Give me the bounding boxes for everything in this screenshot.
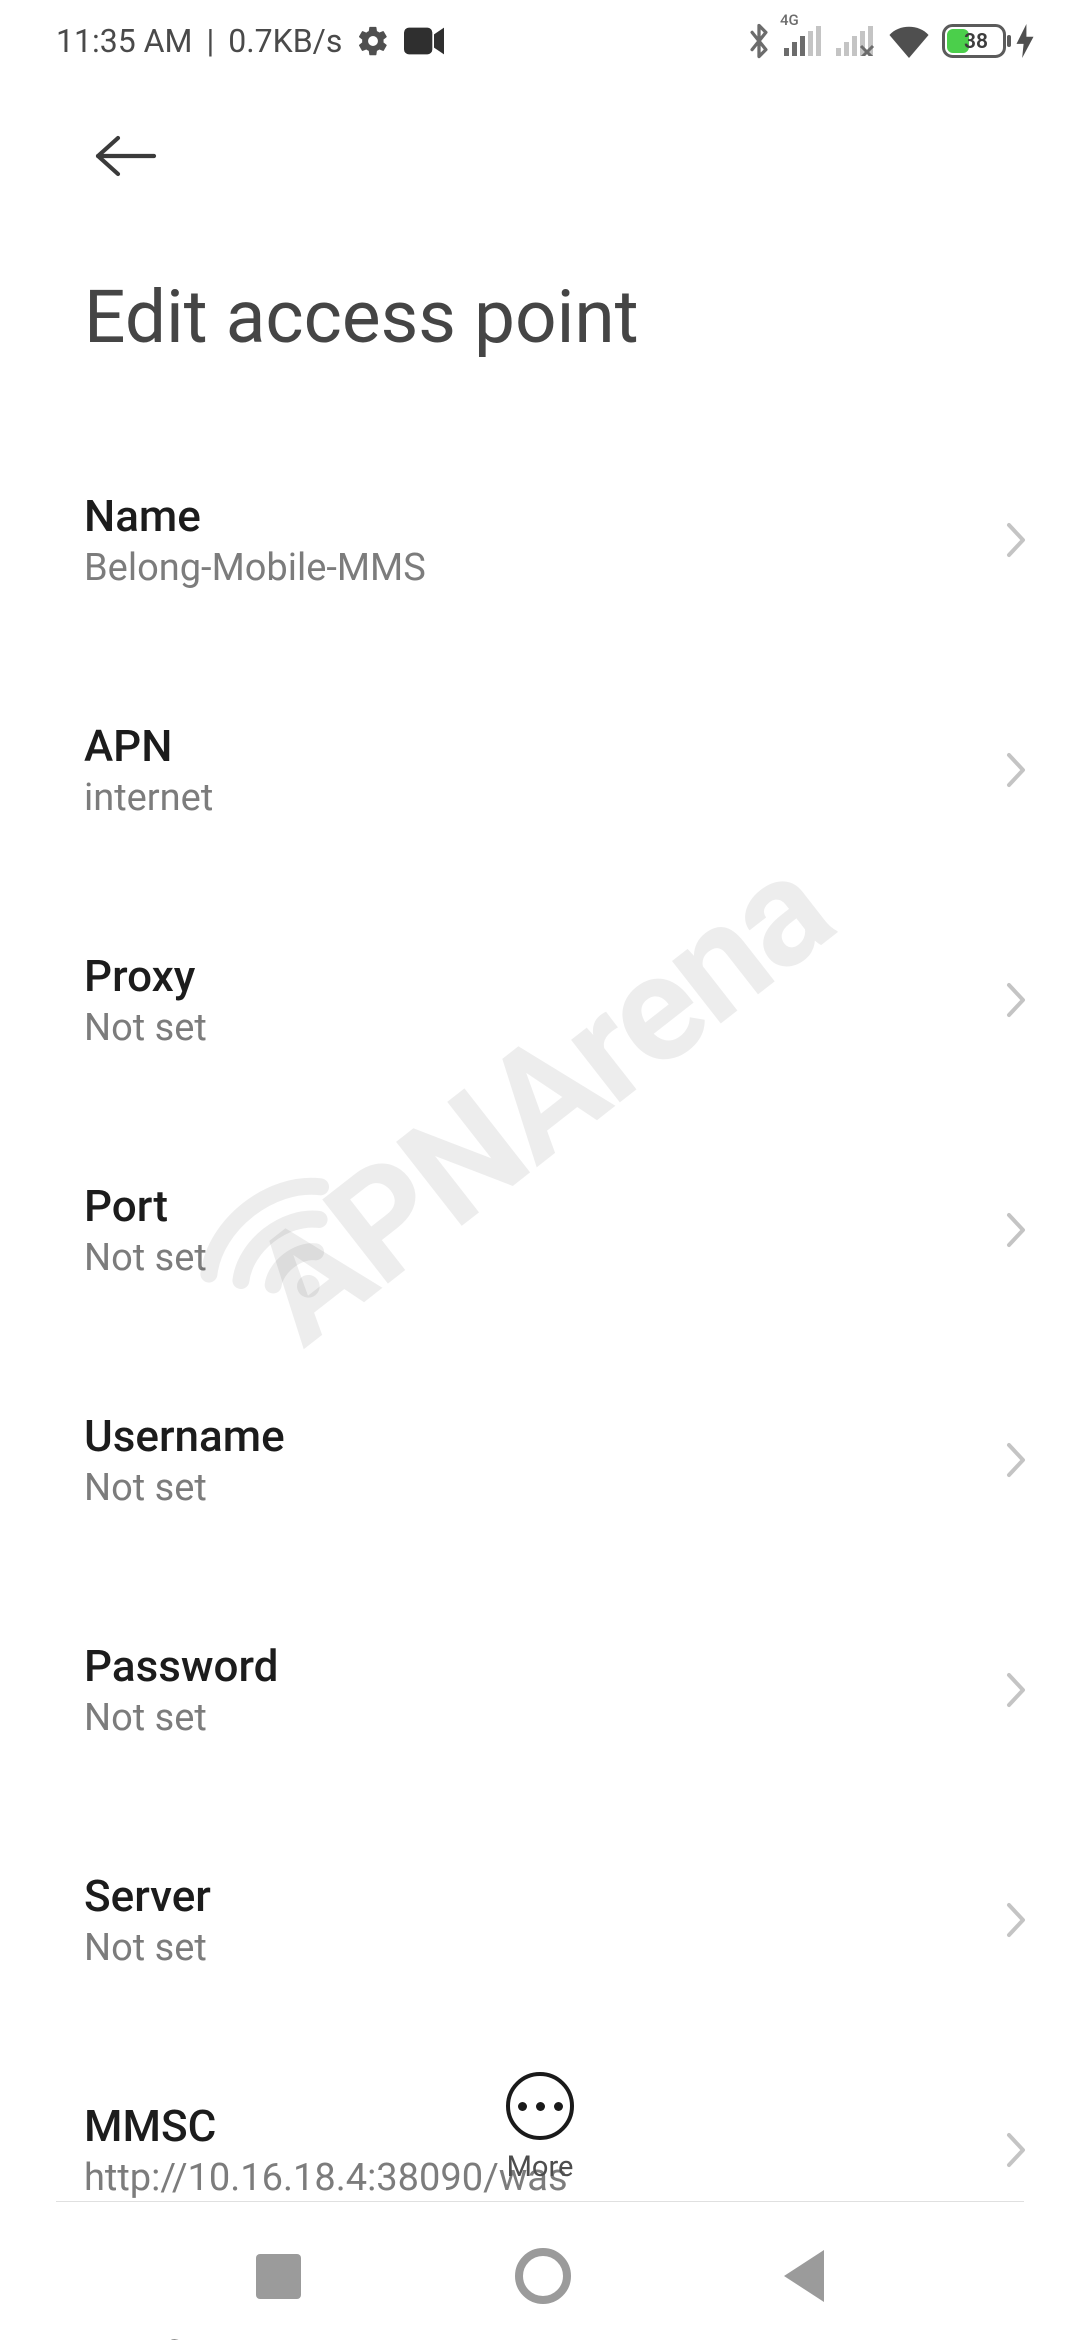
battery-percent: 38 [964,30,988,54]
settings-row-texts: NameBelong-Mobile-MMS [84,490,426,590]
dot-icon [536,2102,545,2111]
chevron-right-icon [1004,1900,1028,1940]
dot-icon [554,2102,563,2111]
system-nav-bar [0,2212,1080,2340]
nav-back-button[interactable] [784,2250,824,2302]
nav-recents-button[interactable] [256,2254,301,2299]
settings-label: Username [84,1410,285,1462]
settings-label: Port [84,1180,207,1232]
status-right: 4G 38 [746,22,1034,60]
settings-value: internet [84,776,213,820]
back-button[interactable] [84,124,168,192]
cell-network-2 [836,26,876,56]
status-time: 11:35 AM [56,22,192,60]
net-type-label: 4G [780,11,799,29]
chevron-right-icon [1004,1210,1028,1250]
wifi-icon [888,24,930,58]
settings-list: NameBelong-Mobile-MMSAPNinternetProxyNot… [0,360,1080,2340]
settings-label: Proxy [84,950,207,1002]
chevron-right-icon [1004,980,1028,1020]
settings-row-password[interactable]: PasswordNot set [0,1602,1080,1778]
chevron-right-icon [1004,1670,1028,1710]
settings-row-texts: UsernameNot set [84,1410,285,1510]
gear-icon [356,24,390,58]
settings-value: Not set [84,1236,207,1280]
settings-row-texts: APNinternet [84,720,213,820]
settings-row-server[interactable]: ServerNot set [0,1832,1080,2008]
settings-row-texts: ProxyNot set [84,950,207,1050]
settings-row-port[interactable]: PortNot set [0,1142,1080,1318]
bluetooth-icon [746,22,772,60]
status-net-speed: 0.7KB/s [228,22,342,60]
settings-value: Not set [84,1466,285,1510]
settings-value: Not set [84,1006,207,1050]
status-left: 11:35 AM | 0.7KB/s [56,22,444,60]
settings-label: Server [84,1870,211,1922]
more-button[interactable] [506,2072,574,2140]
settings-row-name[interactable]: NameBelong-Mobile-MMS [0,452,1080,628]
settings-value: Not set [84,1926,211,1970]
status-separator: | [206,22,214,60]
settings-row-apn[interactable]: APNinternet [0,682,1080,858]
videocam-icon [404,26,444,56]
page-title: Edit access point [0,192,1080,360]
settings-row-texts: PasswordNot set [84,1640,278,1740]
settings-value: Not set [84,1696,278,1740]
settings-label: APN [84,720,213,772]
chevron-right-icon [1004,1440,1028,1480]
settings-row-texts: PortNot set [84,1180,207,1280]
settings-label: Name [84,490,426,542]
more-label: More [507,2150,574,2184]
battery-indicator: 38 [942,24,1034,58]
dot-icon [518,2102,527,2111]
status-bar: 11:35 AM | 0.7KB/s 4G 38 [0,0,1080,60]
settings-row-username[interactable]: UsernameNot set [0,1372,1080,1548]
cell-network: 4G [784,26,824,56]
settings-label: Password [84,1640,278,1692]
chevron-right-icon [1004,750,1028,790]
charging-bolt-icon [1016,24,1034,58]
settings-row-proxy[interactable]: ProxyNot set [0,912,1080,1088]
settings-value: Belong-Mobile-MMS [84,546,426,590]
arrow-left-icon [94,134,158,178]
divider [56,2201,1024,2202]
footer-more: More [0,2072,1080,2184]
chevron-right-icon [1004,520,1028,560]
nav-home-button[interactable] [515,2248,571,2304]
settings-row-texts: ServerNot set [84,1870,211,1970]
